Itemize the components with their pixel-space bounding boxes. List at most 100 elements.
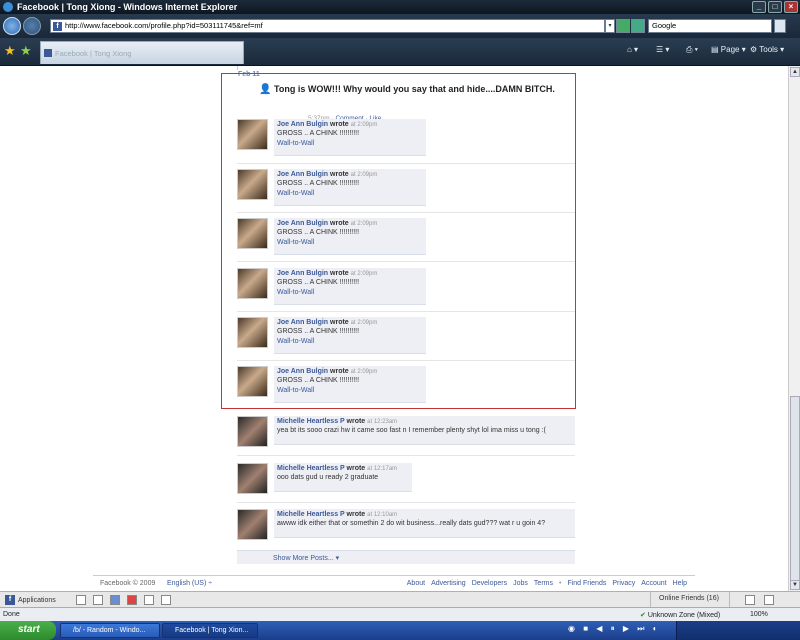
footer-link-about[interactable]: About <box>407 580 425 587</box>
post-text: GROSS .. A CHINK !!!!!!!!!! <box>277 130 360 137</box>
window-title: Facebook | Tong Xiong - Windows Internet… <box>17 2 238 12</box>
person-icon: 👤 <box>259 84 272 95</box>
app-calendar-icon[interactable] <box>127 595 137 605</box>
scroll-up-icon[interactable]: ▲ <box>790 67 800 77</box>
wall-to-wall-link[interactable]: Wall-to-Wall <box>277 387 423 394</box>
app-people-icon[interactable] <box>110 595 120 605</box>
chat-options-icon[interactable] <box>745 595 755 605</box>
applications-label: Applications <box>18 596 56 604</box>
avatar[interactable] <box>237 218 268 249</box>
author-link[interactable]: Joe Ann Bulgin <box>277 270 328 277</box>
avatar[interactable] <box>237 268 268 299</box>
post-text: GROSS .. A CHINK !!!!!!!!!! <box>277 180 360 187</box>
vertical-scrollbar[interactable]: ▲ ▼ <box>788 66 800 591</box>
app-notes-icon[interactable] <box>144 595 154 605</box>
window-title-bar: Facebook | Tong Xiong - Windows Internet… <box>0 0 800 14</box>
maximize-button[interactable]: □ <box>768 1 782 13</box>
page-viewport: Feb 11 👤 Tong is WOW!!! Why would you sa… <box>0 66 788 591</box>
avatar[interactable] <box>237 366 268 397</box>
online-friends-button[interactable]: Online Friends (16) <box>650 592 730 608</box>
wrote-label: wrote <box>330 368 349 375</box>
facebook-chat-bar: f Applications Online Friends (16) <box>0 591 800 608</box>
wall-to-wall-link[interactable]: Wall-to-Wall <box>277 338 423 345</box>
scroll-thumb[interactable] <box>790 396 800 586</box>
browser-tab[interactable]: Facebook | Tong Xiong <box>40 41 244 64</box>
footer-link-find-friends[interactable]: Find Friends <box>567 580 606 587</box>
avatar[interactable] <box>237 317 268 348</box>
compatibility-icon[interactable] <box>616 19 630 33</box>
app-groups-icon[interactable] <box>93 595 103 605</box>
footer-link-jobs[interactable]: Jobs <box>513 580 528 587</box>
zoom-level[interactable]: 100% <box>750 611 768 618</box>
wall-to-wall-link[interactable]: Wall-to-Wall <box>277 140 423 147</box>
tab-toolbar: ★ ★ Facebook | Tong Xiong ⌂ ▾ ☰ ▾ ⎙ ▾ ▤ … <box>0 38 800 66</box>
author-link[interactable]: Joe Ann Bulgin <box>277 368 328 375</box>
zone-label: Unknown Zone (Mixed) <box>647 612 721 619</box>
media-controls[interactable]: ◉ ■ ◀ ⏸ ▶ ⏭ ◐ <box>568 624 668 637</box>
post-bubble: Michelle Heartless P wrote at 12:17am oo… <box>274 463 412 492</box>
footer-link-help[interactable]: Help <box>673 580 687 587</box>
taskbar-item-label: /b/ - Random - Windo... <box>73 627 146 634</box>
close-button[interactable]: × <box>784 1 798 13</box>
divider <box>237 212 575 213</box>
avatar[interactable] <box>237 509 268 540</box>
author-link[interactable]: Joe Ann Bulgin <box>277 171 328 178</box>
footer-bullet: • <box>558 580 562 587</box>
author-link[interactable]: Joe Ann Bulgin <box>277 220 328 227</box>
footer-links: About Advertising Developers Jobs Terms … <box>407 580 687 587</box>
applications-button[interactable]: f Applications <box>5 595 56 605</box>
taskbar-item-active[interactable]: Facebook | Tong Xion... <box>162 623 258 638</box>
avatar[interactable] <box>237 416 268 447</box>
tools-menu[interactable]: ⚙ Tools ▾ <box>750 45 784 54</box>
avatar[interactable] <box>237 169 268 200</box>
taskbar-item[interactable]: /b/ - Random - Windo... <box>60 623 160 638</box>
refresh-button[interactable] <box>631 19 645 33</box>
facebook-favicon-icon: f <box>53 22 62 31</box>
add-favorite-icon[interactable]: ★ <box>20 43 32 59</box>
app-links-icon[interactable] <box>161 595 171 605</box>
author-link[interactable]: Michelle Heartless P <box>277 418 345 425</box>
author-link[interactable]: Joe Ann Bulgin <box>277 121 328 128</box>
favorites-star-icon[interactable]: ★ <box>4 43 16 59</box>
wall-to-wall-link[interactable]: Wall-to-Wall <box>277 289 423 296</box>
minimize-button[interactable]: _ <box>752 1 766 13</box>
avatar[interactable] <box>237 119 268 150</box>
search-button[interactable] <box>774 19 786 33</box>
forward-button[interactable] <box>23 17 41 35</box>
home-icon[interactable]: ⌂ ▾ <box>627 45 638 54</box>
print-icon[interactable]: ⎙ ▾ <box>686 45 698 55</box>
show-more-posts-button[interactable]: Show More Posts... ▾ <box>237 550 575 564</box>
author-link[interactable]: Michelle Heartless P <box>277 465 345 472</box>
footer-link-account[interactable]: Account <box>641 580 666 587</box>
author-link[interactable]: Michelle Heartless P <box>277 511 345 518</box>
language-selector[interactable]: English (US) ÷ <box>167 580 212 587</box>
footer-link-privacy[interactable]: Privacy <box>612 580 635 587</box>
wall-to-wall-link[interactable]: Wall-to-Wall <box>277 239 423 246</box>
post-time: at 12:23am <box>367 419 398 425</box>
friends-icon[interactable] <box>764 595 774 605</box>
feeds-icon[interactable]: ☰ ▾ <box>656 45 669 54</box>
address-dropdown-icon[interactable]: ▾ <box>605 19 615 33</box>
tools-menu-label: Tools <box>759 45 778 54</box>
avatar[interactable] <box>237 463 268 494</box>
author-link[interactable]: Joe Ann Bulgin <box>277 319 328 326</box>
start-button[interactable]: start <box>0 621 56 640</box>
address-bar[interactable]: f http://www.facebook.com/profile.php?id… <box>50 19 605 33</box>
app-photos-icon[interactable] <box>76 595 86 605</box>
scroll-down-icon[interactable]: ▼ <box>790 580 800 590</box>
post-time: at 2:09pm <box>350 221 378 227</box>
post-bubble: Joe Ann Bulgin wrote at 2:09pm GROSS .. … <box>274 218 426 255</box>
security-zone: ✔ Unknown Zone (Mixed) <box>640 611 720 619</box>
search-input[interactable]: Google <box>648 19 772 33</box>
post-text: GROSS .. A CHINK !!!!!!!!!! <box>277 279 360 286</box>
divider <box>237 502 575 503</box>
wall-to-wall-link[interactable]: Wall-to-Wall <box>277 190 423 197</box>
footer-link-developers[interactable]: Developers <box>472 580 507 587</box>
taskbar-item-label: Facebook | Tong Xion... <box>175 627 249 634</box>
page-menu[interactable]: ▤ Page ▾ <box>711 45 746 54</box>
tab-favicon-icon <box>44 49 52 57</box>
back-button[interactable] <box>3 17 21 35</box>
wrote-label: wrote <box>346 465 366 472</box>
footer-link-terms[interactable]: Terms <box>534 580 553 587</box>
footer-link-advertising[interactable]: Advertising <box>431 580 466 587</box>
